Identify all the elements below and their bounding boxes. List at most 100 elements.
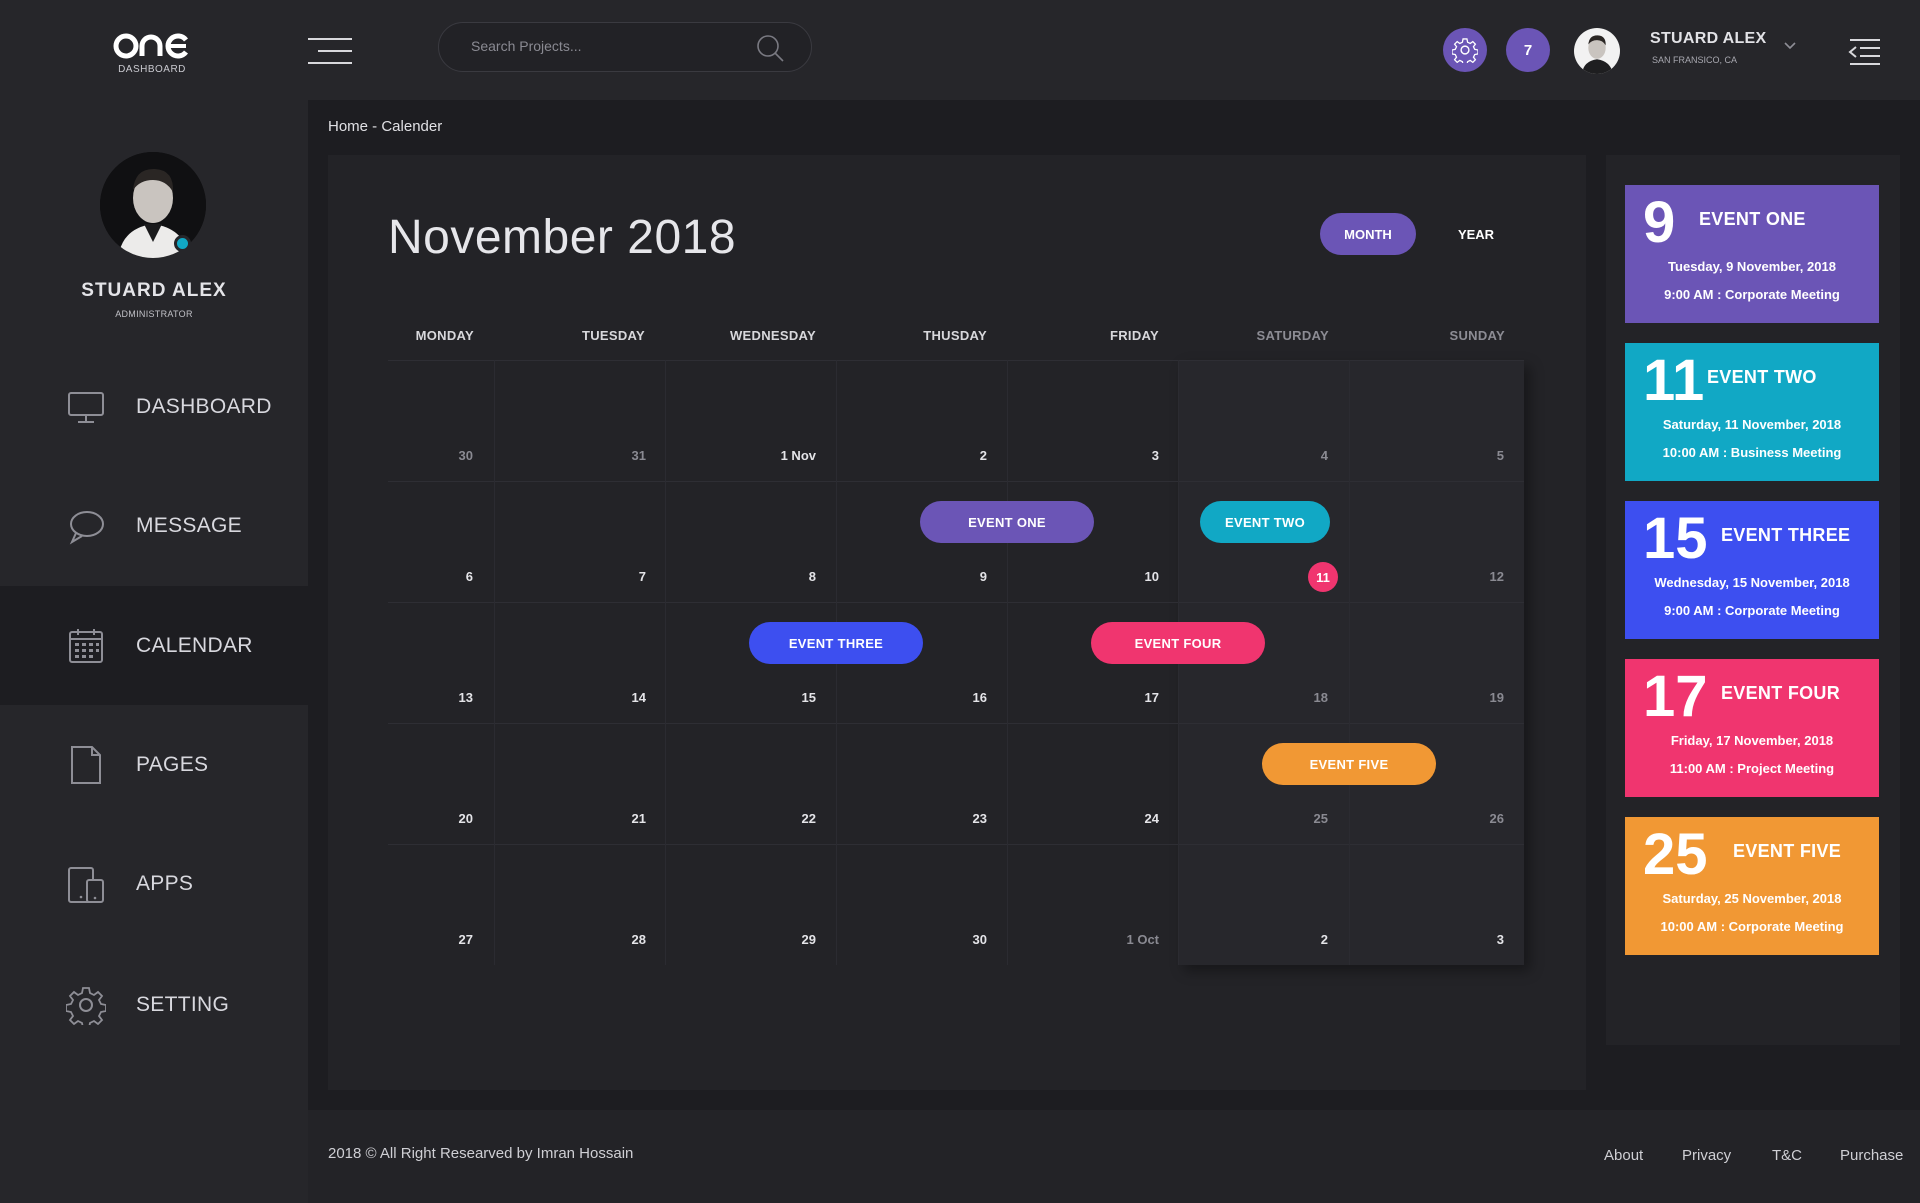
calendar-day[interactable]: 9 xyxy=(857,569,987,584)
event-time: 11:00 AM : Project Meeting xyxy=(1669,761,1835,776)
calendar-day[interactable]: 2 xyxy=(1198,932,1328,947)
calendar-day[interactable]: 12 xyxy=(1374,569,1504,584)
calendar-day[interactable]: 1 Oct xyxy=(1029,932,1159,947)
calendar-day[interactable]: 10 xyxy=(1029,569,1159,584)
settings-button[interactable] xyxy=(1443,28,1487,72)
sidebar-item-pages[interactable]: PAGES xyxy=(0,705,308,824)
calendar-day[interactable]: 31 xyxy=(516,448,646,463)
sidebar-item-label: DASHBOARD xyxy=(136,394,272,418)
profile-name: STUARD ALEX xyxy=(81,280,227,301)
calendar-day[interactable]: 16 xyxy=(857,690,987,705)
calendar-day[interactable]: 27 xyxy=(343,932,473,947)
calendar-day[interactable]: 15 xyxy=(686,690,816,705)
footer-link-privacy[interactable]: Privacy xyxy=(1682,1147,1731,1164)
calendar-day[interactable]: 13 xyxy=(343,690,473,705)
calendar-day[interactable]: 24 xyxy=(1029,811,1159,826)
calendar-day[interactable]: 1 Nov xyxy=(686,448,816,463)
event-card[interactable]: 25 EVENT FIVE Saturday, 25 November, 201… xyxy=(1625,817,1879,955)
calendar-day[interactable]: 2 xyxy=(857,448,987,463)
calendar-day-today[interactable]: 11 xyxy=(1308,562,1338,592)
grid-line xyxy=(665,360,666,965)
sidebar-item-calendar[interactable]: CALENDAR xyxy=(0,586,308,705)
event-card[interactable]: 11 EVENT TWO Saturday, 11 November, 2018… xyxy=(1625,343,1879,481)
calendar-day[interactable]: 5 xyxy=(1374,448,1504,463)
sidebar-item-apps[interactable]: APPS xyxy=(0,824,308,943)
calendar-day[interactable]: 7 xyxy=(516,569,646,584)
weekday-wednesday: WEDNESDAY xyxy=(729,328,816,343)
event-pill-five[interactable]: EVENT FIVE xyxy=(1262,743,1436,785)
logo-wordmark-icon xyxy=(113,33,188,59)
weekday-thursday: THUSDAY xyxy=(923,328,987,343)
calendar-day[interactable]: 25 xyxy=(1198,811,1328,826)
calendar-day[interactable]: 26 xyxy=(1374,811,1504,826)
grid-line xyxy=(1007,360,1008,965)
event-card[interactable]: 17 EVENT FOUR Friday, 17 November, 2018 … xyxy=(1625,659,1879,797)
calendar-day[interactable]: 3 xyxy=(1374,932,1504,947)
sidebar-item-setting[interactable]: SETTING xyxy=(0,945,308,1064)
event-date: Tuesday, 9 November, 2018 xyxy=(1668,259,1836,274)
calendar-day[interactable]: 17 xyxy=(1029,690,1159,705)
logo-subtitle: DASHBOARD xyxy=(118,64,186,75)
event-date: Wednesday, 15 November, 2018 xyxy=(1654,575,1850,590)
user-avatar[interactable] xyxy=(1574,28,1620,74)
calendar-day[interactable]: 14 xyxy=(516,690,646,705)
sidebar-item-dashboard[interactable]: DASHBOARD xyxy=(0,347,308,466)
chevron-down-icon[interactable] xyxy=(1782,38,1798,52)
event-time: 9:00 AM : Corporate Meeting xyxy=(1664,287,1840,302)
event-pill-one[interactable]: EVENT ONE xyxy=(920,501,1094,543)
year-view-button[interactable]: YEAR xyxy=(1436,213,1516,255)
event-date: Saturday, 11 November, 2018 xyxy=(1662,417,1842,432)
month-view-button[interactable]: MONTH xyxy=(1320,213,1416,255)
weekday-tuesday: TUESDAY xyxy=(581,328,645,343)
right-panel-toggle-icon[interactable] xyxy=(1848,38,1882,66)
calendar-day[interactable]: 20 xyxy=(343,811,473,826)
calendar-day[interactable]: 3 xyxy=(1029,448,1159,463)
calendar-day[interactable]: 6 xyxy=(343,569,473,584)
search-icon[interactable] xyxy=(755,33,785,63)
calendar-day[interactable]: 28 xyxy=(516,932,646,947)
weekday-saturday: SATURDAY xyxy=(1256,328,1329,343)
sidebar-item-message[interactable]: MESSAGE xyxy=(0,466,308,585)
footer-link-about[interactable]: About xyxy=(1604,1147,1643,1164)
chat-bubble-icon xyxy=(69,510,104,544)
sidebar-item-label: SETTING xyxy=(136,992,230,1016)
grid-line xyxy=(494,360,495,965)
event-name: EVENT THREE xyxy=(1721,525,1851,545)
search-placeholder: Search Projects... xyxy=(471,38,582,54)
grid-line xyxy=(388,602,1524,603)
event-card[interactable]: 15 EVENT THREE Wednesday, 15 November, 2… xyxy=(1625,501,1879,639)
calendar-day[interactable]: 21 xyxy=(516,811,646,826)
notification-badge[interactable]: 7 xyxy=(1506,28,1550,72)
event-pill-three[interactable]: EVENT THREE xyxy=(749,622,923,664)
calendar-day[interactable]: 8 xyxy=(686,569,816,584)
event-time: 10:00 AM : Business Meeting xyxy=(1662,445,1842,460)
calendar-day[interactable]: 18 xyxy=(1198,690,1328,705)
event-time: 9:00 AM : Corporate Meeting xyxy=(1664,603,1840,618)
calendar-day[interactable]: 30 xyxy=(857,932,987,947)
brand-logo[interactable]: DASHBOARD xyxy=(110,28,194,75)
search-input[interactable]: Search Projects... xyxy=(438,22,812,72)
calendar-day[interactable]: 4 xyxy=(1198,448,1328,463)
calendar-day[interactable]: 23 xyxy=(857,811,987,826)
monitor-icon xyxy=(68,391,104,423)
event-pill-two[interactable]: EVENT TWO xyxy=(1200,501,1330,543)
footer-link-terms[interactable]: T&C xyxy=(1772,1147,1802,1164)
breadcrumb[interactable]: Home - Calender xyxy=(328,118,442,135)
dashboard-page: DASHBOARD STUARD ALEX ADMINISTRATOR DASH… xyxy=(0,0,1920,1203)
event-name: EVENT FOUR xyxy=(1721,683,1841,703)
calendar-day[interactable]: 29 xyxy=(686,932,816,947)
event-date: Friday, 17 November, 2018 xyxy=(1670,733,1834,748)
calendar-title: November 2018 xyxy=(388,211,737,264)
calendar-day[interactable]: 19 xyxy=(1374,690,1504,705)
calendar-day[interactable]: 30 xyxy=(343,448,473,463)
grid-line xyxy=(388,723,1524,724)
event-card[interactable]: 9 EVENT ONE Tuesday, 9 November, 2018 9:… xyxy=(1625,185,1879,323)
calendar-day[interactable]: 22 xyxy=(686,811,816,826)
event-pill-four[interactable]: EVENT FOUR xyxy=(1091,622,1265,664)
grid-line xyxy=(388,360,1524,361)
hamburger-menu-icon[interactable] xyxy=(308,36,352,66)
event-day: 25 xyxy=(1643,822,1708,887)
gear-icon xyxy=(66,986,106,1025)
footer-link-purchase[interactable]: Purchase xyxy=(1840,1147,1903,1164)
grid-line xyxy=(388,481,1524,482)
